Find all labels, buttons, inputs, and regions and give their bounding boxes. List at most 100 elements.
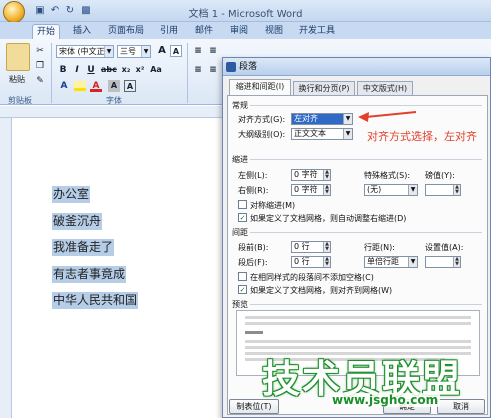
chevron-down-icon[interactable]: ▼: [408, 257, 417, 267]
space-after-spinner[interactable]: 0 行 ▲ ▼: [291, 256, 331, 268]
doc-line[interactable]: 我准备走了: [52, 239, 115, 256]
char-shading-icon[interactable]: A: [108, 80, 120, 92]
snap-grid-checkbox[interactable]: ✓: [238, 285, 247, 294]
tab-view[interactable]: 视图: [260, 24, 288, 39]
indent-right-value: 0 字符: [294, 185, 318, 194]
tab-home[interactable]: 开始: [32, 24, 60, 39]
chevron-down-icon[interactable]: ▼: [343, 129, 352, 139]
no-space-checkbox[interactable]: [238, 272, 247, 281]
special-indent-value: (无): [367, 185, 382, 194]
spinner-arrows-icon[interactable]: ▲ ▼: [323, 185, 330, 195]
grow-font-icon[interactable]: A: [156, 45, 168, 57]
superscript-icon[interactable]: x²: [134, 64, 146, 76]
doc-line[interactable]: 有志者事竟成: [52, 266, 127, 283]
annotation-text: 对齐方式选择，左对齐: [367, 130, 477, 143]
underline-icon[interactable]: U: [85, 64, 97, 76]
spinner-arrows-icon[interactable]: ▲ ▼: [323, 257, 330, 267]
space-before-spinner[interactable]: 0 行 ▲ ▼: [291, 241, 331, 253]
indent-left-label: 左侧(L):: [238, 171, 268, 180]
dialog-tab-asian-typography[interactable]: 中文版式(H): [357, 81, 413, 95]
align-center-icon[interactable]: ≡: [207, 64, 219, 76]
tab-developer[interactable]: 开发工具: [295, 24, 339, 39]
bullets-icon[interactable]: ≡: [192, 45, 204, 57]
indent-left-value: 0 字符: [294, 170, 318, 179]
font-size-value: 三号: [120, 47, 136, 56]
doc-line[interactable]: 办公室: [52, 186, 91, 203]
group-separator: [51, 43, 52, 103]
highlight-icon[interactable]: [74, 81, 86, 91]
spinner-arrows-icon[interactable]: ▲ ▼: [453, 257, 460, 267]
preview-line: [245, 331, 263, 334]
indent-right-label: 右侧(R):: [238, 186, 269, 195]
strikethrough-icon[interactable]: abc: [101, 64, 117, 76]
section-divider: [250, 304, 482, 305]
tab-mailings[interactable]: 邮件: [190, 24, 218, 39]
tab-page-layout[interactable]: 页面布局: [104, 24, 148, 39]
subscript-icon[interactable]: x₂: [120, 64, 132, 76]
watermark-url: www.jsgho.com: [330, 393, 441, 407]
spinner-arrows-icon[interactable]: ▲ ▼: [323, 170, 330, 180]
text-effect-icon[interactable]: A: [58, 80, 70, 92]
spinner-arrows-icon[interactable]: ▲ ▼: [453, 185, 460, 195]
font-name-combo[interactable]: 宋体 (中文正) ▼: [56, 45, 114, 58]
format-painter-icon[interactable]: ✎: [34, 75, 46, 87]
window-title: 文档 1 - Microsoft Word: [188, 9, 303, 20]
indent-left-spinner[interactable]: 0 字符 ▲ ▼: [291, 169, 331, 181]
preview-line: [245, 340, 471, 343]
preview-line: [245, 316, 471, 319]
special-indent-select[interactable]: (无) ▼: [364, 184, 418, 196]
dialog-tab-line-page-breaks[interactable]: 换行和分页(P): [293, 81, 355, 95]
copy-icon[interactable]: ❐: [34, 60, 46, 72]
space-before-value: 0 行: [294, 242, 310, 251]
mirror-indent-label: 对称缩进(M): [250, 201, 296, 210]
bold-icon[interactable]: B: [57, 64, 69, 76]
alignment-label: 对齐方式(G):: [238, 115, 286, 124]
outline-level-select[interactable]: 正文文本 ▼: [291, 128, 353, 140]
doc-line[interactable]: 破釜沉舟: [52, 213, 103, 230]
char-border-icon[interactable]: A: [124, 80, 136, 92]
doc-line[interactable]: 中华人民共和国: [52, 292, 139, 309]
mirror-indent-checkbox[interactable]: [238, 200, 247, 209]
cut-icon[interactable]: ✂: [34, 45, 46, 57]
tab-insert[interactable]: 插入: [68, 24, 96, 39]
numbering-icon[interactable]: ≡: [207, 45, 219, 57]
font-size-combo[interactable]: 三号 ▼: [117, 45, 151, 58]
title-bar: ▣ ↶ ↻ ▩ 文档 1 - Microsoft Word: [0, 0, 491, 23]
font-name-value: 宋体 (中文正): [59, 47, 108, 56]
group-separator: [187, 43, 188, 103]
section-preview: 预览: [232, 300, 248, 309]
change-case-icon[interactable]: Aa: [150, 64, 162, 76]
auto-adjust-checkbox[interactable]: ✓: [238, 213, 247, 222]
outline-level-label: 大纲级别(O):: [238, 130, 286, 139]
italic-icon[interactable]: I: [71, 64, 83, 76]
space-after-label: 段后(F):: [238, 258, 268, 267]
group-label-font: 字体: [106, 96, 122, 105]
chevron-down-icon[interactable]: ▼: [343, 114, 352, 124]
paste-icon[interactable]: [6, 43, 30, 71]
alignment-select[interactable]: 左对齐 ▼: [291, 113, 353, 125]
alignment-value: 左对齐: [294, 114, 318, 123]
horizontal-ruler[interactable]: [0, 106, 229, 118]
auto-adjust-label: 如果定义了文档网格，则自动调整右缩进(D): [250, 214, 407, 223]
line-spacing-select[interactable]: 单倍行距 ▼: [364, 256, 418, 268]
dialog-icon: [226, 62, 236, 72]
clear-format-icon[interactable]: A: [170, 45, 182, 57]
ribbon-tabs: 开始 插入 页面布局 引用 邮件 审阅 视图 开发工具: [0, 22, 491, 39]
chevron-down-icon[interactable]: ▼: [104, 46, 113, 57]
spinner-arrows-icon[interactable]: ▲ ▼: [323, 242, 330, 252]
spacing-at-spinner[interactable]: ▲ ▼: [425, 256, 461, 268]
align-left-icon[interactable]: ≡: [192, 64, 204, 76]
tab-review[interactable]: 审阅: [225, 24, 253, 39]
chevron-down-icon[interactable]: ▼: [408, 185, 417, 195]
dialog-tab-indent-spacing[interactable]: 缩进和间距(I): [229, 79, 291, 96]
dialog-title-bar[interactable]: 段落: [223, 58, 490, 76]
chevron-down-icon[interactable]: ▼: [141, 46, 150, 57]
tab-references[interactable]: 引用: [155, 24, 183, 39]
indent-right-spinner[interactable]: 0 字符 ▲ ▼: [291, 184, 331, 196]
vertical-ruler[interactable]: [0, 118, 12, 418]
group-label-clipboard: 剪贴板: [8, 96, 32, 105]
font-color-icon[interactable]: A: [90, 80, 102, 92]
no-space-label: 在相同样式的段落间不添加空格(C): [250, 273, 374, 282]
indent-by-spinner[interactable]: ▲ ▼: [425, 184, 461, 196]
section-general: 常规: [232, 101, 248, 110]
